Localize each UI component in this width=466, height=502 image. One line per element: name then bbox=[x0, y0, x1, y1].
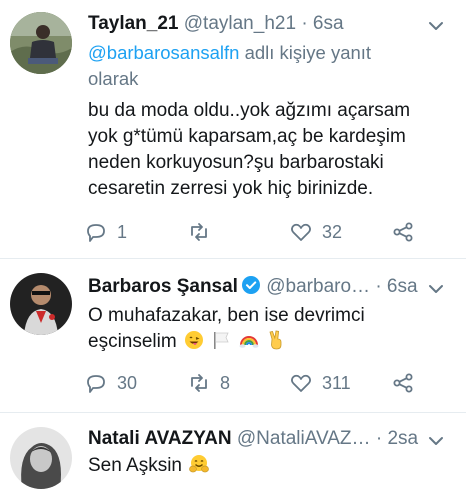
heart-icon bbox=[291, 374, 311, 392]
tweet-text-line: neden korkuyosun?şu barbarostaki bbox=[88, 152, 384, 173]
reply-button[interactable]: 1 bbox=[84, 218, 127, 246]
timestamp[interactable]: 6sa bbox=[387, 276, 418, 297]
share-button[interactable] bbox=[391, 218, 415, 246]
tweet-text: O muhafazakar, ben ise devrimci eşcinsel… bbox=[88, 303, 448, 355]
separator-dot: · bbox=[301, 13, 308, 34]
reply-count: 30 bbox=[117, 372, 138, 393]
retweet-count: 8 bbox=[220, 372, 231, 393]
tweet-text-line: yok g*tümü kaparsam,aç be kardeşim bbox=[88, 126, 406, 147]
avatar-photo bbox=[10, 12, 72, 74]
tweet-text: bu da moda oldu..yok ağzımı açarsam yok … bbox=[88, 98, 448, 202]
timestamp[interactable]: 2sa bbox=[387, 428, 418, 449]
heart-icon bbox=[291, 223, 311, 241]
retweet-icon bbox=[191, 374, 207, 392]
reply-icon bbox=[87, 375, 105, 393]
avatar[interactable] bbox=[10, 12, 72, 74]
author-handle[interactable]: @taylan_h21 bbox=[184, 13, 296, 34]
tweet-header: Natali AVAZYAN @NataliAVAZ… · 2sa bbox=[88, 427, 456, 451]
victory-hand-icon bbox=[269, 330, 282, 350]
retweet-icon bbox=[191, 223, 207, 241]
chevron-down-icon[interactable] bbox=[426, 16, 446, 36]
tweet-3[interactable]: Natali AVAZYAN @NataliAVAZ… · 2sa Sen Aş… bbox=[0, 413, 466, 502]
chevron-down-icon[interactable] bbox=[426, 279, 446, 299]
grinning-face-with-tongue-icon bbox=[184, 331, 203, 349]
tweet-actions: 30 8 311 bbox=[84, 369, 424, 397]
author-handle[interactable]: @barbaro… bbox=[266, 276, 370, 297]
author-name[interactable]: Natali AVAZYAN bbox=[88, 428, 232, 449]
tweet-text-line: cesaretin zerresi yok hiç birinizde. bbox=[88, 178, 374, 199]
share-button[interactable] bbox=[391, 369, 415, 397]
hugging-face-icon bbox=[189, 455, 210, 473]
tweet-text-line: Sen Aşksin bbox=[88, 455, 182, 476]
verified-badge-icon bbox=[241, 276, 260, 294]
separator-dot: · bbox=[375, 428, 383, 449]
white-flag-icon bbox=[214, 332, 229, 349]
retweet-button[interactable] bbox=[187, 218, 220, 246]
tweet-header: Taylan_21 @taylan_h21 · 6sa bbox=[88, 12, 456, 36]
tweet-actions: 1 32 bbox=[84, 218, 424, 246]
avatar-photo bbox=[10, 273, 72, 335]
share-icon bbox=[393, 373, 413, 393]
tweet-text: Sen Aşksin bbox=[88, 453, 448, 479]
avatar[interactable] bbox=[10, 427, 72, 489]
author-handle[interactable]: @NataliAVAZ… bbox=[237, 428, 371, 449]
reply-context: @barbarosansalfn adlı kişiye yanıt olara… bbox=[88, 40, 418, 92]
reply-mention-link[interactable]: @barbarosansalfn bbox=[88, 42, 239, 63]
tweet-2[interactable]: Barbaros Şansal @barbaro… · 6sa O muhafa… bbox=[0, 259, 466, 412]
reply-count: 1 bbox=[117, 221, 128, 242]
tweet-text-line: eşcinselim bbox=[88, 331, 177, 352]
like-count: 32 bbox=[322, 221, 343, 242]
tweet-1[interactable]: Taylan_21 @taylan_h21 · 6sa @barbarosans… bbox=[0, 0, 466, 258]
timestamp[interactable]: 6sa bbox=[313, 13, 344, 34]
like-button[interactable]: 311 bbox=[289, 369, 351, 397]
like-button[interactable]: 32 bbox=[289, 218, 342, 246]
share-icon bbox=[393, 222, 413, 242]
tweet-text-line: bu da moda oldu..yok ağzımı açarsam bbox=[88, 100, 411, 121]
reply-icon bbox=[87, 224, 105, 242]
chevron-down-icon[interactable] bbox=[426, 431, 446, 451]
retweet-button[interactable]: 8 bbox=[187, 369, 230, 397]
reply-button[interactable]: 30 bbox=[84, 369, 137, 397]
like-count: 311 bbox=[322, 372, 351, 393]
tweet-text-line: O muhafazakar, ben ise devrimci bbox=[88, 305, 365, 326]
avatar-photo bbox=[10, 427, 72, 489]
separator-dot: · bbox=[375, 276, 382, 297]
rainbow-icon bbox=[239, 336, 259, 348]
author-name[interactable]: Barbaros Şansal bbox=[88, 276, 238, 297]
tweet-header: Barbaros Şansal @barbaro… · 6sa bbox=[88, 275, 456, 299]
author-name[interactable]: Taylan_21 bbox=[88, 13, 178, 34]
tweet-text-line-with-emojis: eşcinselim bbox=[88, 329, 448, 355]
avatar[interactable] bbox=[10, 273, 72, 335]
